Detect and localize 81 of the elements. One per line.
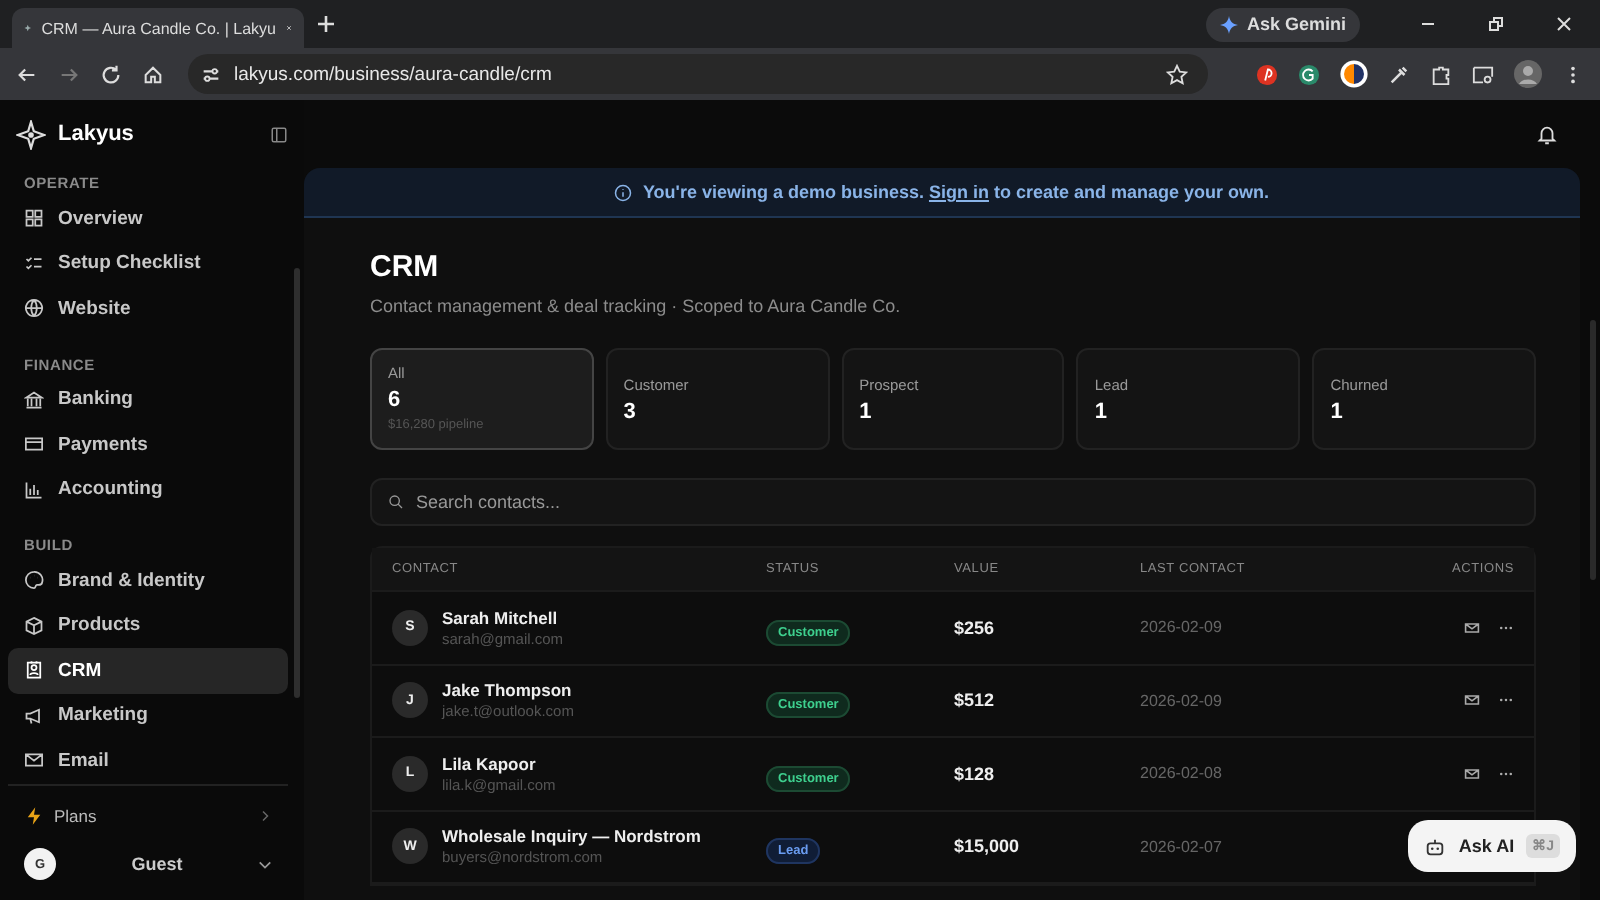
search-icon — [388, 494, 404, 510]
logo-icon — [16, 119, 46, 149]
sidebar-item[interactable]: Email — [8, 738, 288, 783]
nav-icon — [24, 479, 44, 500]
sidebar-item[interactable]: Accounting — [8, 467, 288, 512]
nav-icon — [24, 434, 44, 455]
page-title: CRM — [370, 250, 441, 284]
contact-name: Jake Thompson — [442, 680, 574, 701]
sparkle-icon — [1220, 15, 1239, 33]
scrollbar[interactable] — [294, 268, 300, 698]
brand-name: Lakyus — [58, 122, 134, 146]
sidebar-item[interactable]: Overview — [8, 196, 288, 241]
mail-icon[interactable] — [1464, 765, 1480, 782]
nav-icon — [24, 705, 44, 726]
nav-icon — [24, 660, 44, 681]
nav-icon — [24, 298, 44, 319]
browser-tab[interactable]: CRM — Aura Candle Co. | Lakyu — [12, 8, 304, 48]
sidebar-item[interactable]: Payments — [8, 422, 288, 467]
sidebar-item[interactable]: CRM — [8, 648, 288, 693]
stat-value: 1 — [1094, 400, 1110, 424]
plans-link[interactable]: Plans — [8, 796, 288, 836]
info-icon — [614, 183, 633, 201]
contact-name: Wholesale Inquiry — Nordstrom — [442, 826, 701, 847]
last-contact-date: 2026-02-09 — [1140, 691, 1224, 710]
robot-icon — [1424, 835, 1447, 857]
nav-icon — [24, 570, 44, 591]
notification-icon[interactable] — [1536, 123, 1558, 145]
nav-icon — [24, 389, 44, 410]
sidebar-item[interactable]: Website — [8, 286, 288, 331]
sign-in-link[interactable]: Sign in — [928, 182, 989, 202]
tab-title: CRM — Aura Candle Co. | Lakyu — [41, 19, 276, 37]
last-contact-date: 2026-02-08 — [1140, 764, 1224, 783]
sidebar-item[interactable]: Products — [8, 603, 288, 648]
site-settings-icon[interactable] — [200, 63, 222, 85]
nav-icon — [24, 750, 44, 771]
nav-icon — [24, 253, 44, 274]
address-bar[interactable]: lakyus.com/business/aura-candle/crm — [188, 54, 1208, 94]
forward-icon[interactable] — [58, 63, 80, 85]
sidebar-item[interactable]: Banking — [8, 377, 288, 422]
extensions-icon[interactable] — [1430, 63, 1452, 85]
contact-name: Lila Kapoor — [442, 753, 538, 774]
banner-text: You're viewing a demo business. Sign in to create and manage your own. — [642, 182, 1270, 202]
sidebar-item[interactable]: Brand & Identity — [8, 558, 288, 603]
extension-icon[interactable] — [1298, 63, 1320, 85]
page-subtitle: Contact management & deal tracking · Scoped to Aura Candle Co. — [370, 296, 903, 316]
deal-value: $15,000 — [954, 836, 1022, 857]
deal-value: $128 — [954, 763, 997, 784]
contact-name: Sarah Mitchell — [442, 607, 560, 628]
eyedropper-icon[interactable] — [1388, 63, 1410, 85]
gemini-button[interactable]: Ask Gemini — [1206, 7, 1360, 41]
deal-value: $256 — [954, 617, 997, 638]
url-text: lakyus.com/business/aura-candle/crm — [234, 63, 552, 85]
mail-icon[interactable] — [1464, 619, 1480, 636]
restore-icon[interactable] — [1486, 14, 1506, 34]
stat-value: 3 — [623, 400, 638, 424]
star-icon[interactable] — [1166, 63, 1188, 85]
stat-value: 1 — [1330, 400, 1345, 424]
reload-icon[interactable] — [100, 63, 122, 85]
back-icon[interactable] — [16, 63, 38, 85]
stat-value: 6 — [388, 388, 403, 412]
last-contact-date: 2026-02-09 — [1140, 618, 1224, 637]
new-tab-icon[interactable] — [316, 14, 336, 34]
search-field[interactable]: Search contacts... — [370, 478, 1536, 526]
close-icon[interactable] — [1554, 14, 1574, 34]
sidebar-item[interactable]: Marketing — [8, 693, 288, 738]
tab-search-icon[interactable] — [1472, 63, 1494, 85]
extension-icon[interactable] — [1256, 63, 1278, 85]
extension-icon[interactable] — [1340, 60, 1368, 88]
chevron-down-icon — [258, 857, 272, 871]
avatar-icon[interactable] — [1514, 60, 1542, 88]
deal-value: $512 — [954, 690, 997, 711]
sidebar-item[interactable]: Setup Checklist — [8, 241, 288, 286]
home-icon[interactable] — [142, 63, 164, 85]
stat-value: 1 — [859, 400, 874, 424]
nav-icon — [24, 615, 44, 636]
collapse-sidebar-icon[interactable] — [270, 125, 288, 143]
nav-icon — [24, 208, 44, 229]
lightning-icon — [24, 806, 44, 826]
last-contact-date: 2026-02-07 — [1140, 837, 1224, 856]
chevron-right-icon — [260, 810, 272, 822]
mail-icon[interactable] — [1464, 692, 1480, 709]
